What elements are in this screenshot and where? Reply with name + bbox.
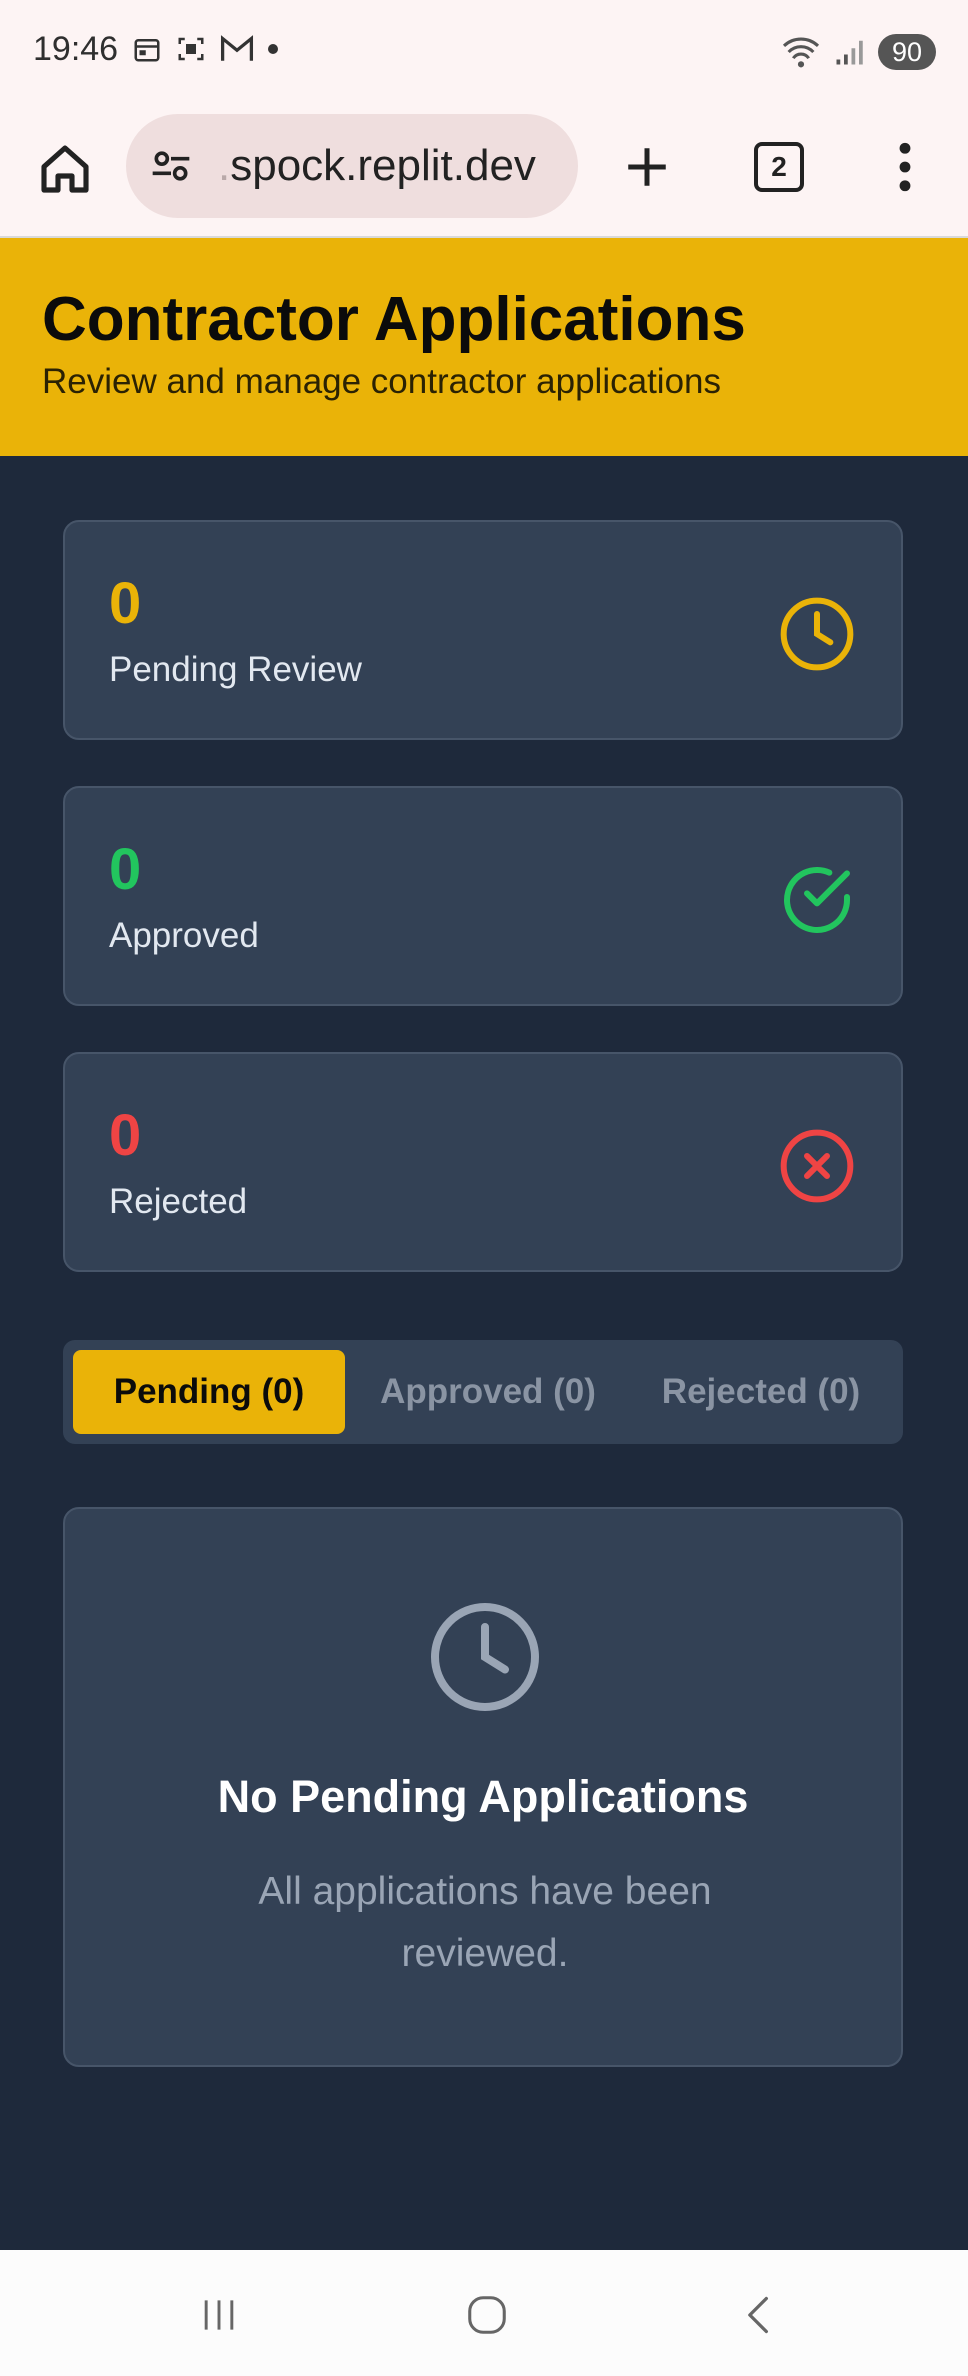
address-bar[interactable]: .spock.replit.dev <box>126 114 578 218</box>
back-icon <box>748 2296 768 2334</box>
page-title: Contractor Applications <box>42 285 746 354</box>
calendar-icon <box>134 39 160 62</box>
tune-icon <box>152 151 190 181</box>
system-nav-bar <box>0 2250 968 2376</box>
check-circle-icon <box>784 867 850 933</box>
stat-label: Pending Review <box>109 650 362 689</box>
screenshot-icon <box>178 37 204 61</box>
status-bar: 19:46 90 <box>0 0 968 106</box>
empty-state-message: All applications have been reviewed. <box>258 1870 712 1975</box>
more-vert-icon <box>899 142 911 192</box>
home-circle-icon <box>468 2296 506 2334</box>
url-text[interactable]: .spock.replit.dev <box>218 141 536 191</box>
notification-icons <box>132 34 278 64</box>
tab-rejected[interactable]: Rejected (0) <box>633 1350 889 1434</box>
wifi-icon <box>782 37 820 68</box>
stat-label: Rejected <box>109 1182 248 1221</box>
x-circle-icon <box>780 1129 854 1203</box>
status-time: 19:46 <box>33 30 119 68</box>
home-icon <box>41 145 89 193</box>
signal-icon <box>836 40 863 65</box>
tab-pending[interactable]: Pending (0) <box>73 1350 345 1434</box>
page-subtitle: Review and manage contractor application… <box>42 362 721 401</box>
browser-menu-button[interactable] <box>880 132 930 202</box>
gmail-icon <box>220 35 254 61</box>
home-nav-button[interactable] <box>452 2280 522 2350</box>
browser-toolbar: .spock.replit.dev 2 <box>0 106 968 238</box>
stat-value: 0 <box>109 571 142 636</box>
stat-card-approved: 0 Approved <box>63 786 903 1006</box>
tab-approved[interactable]: Approved (0) <box>363 1350 613 1434</box>
stat-value: 0 <box>109 1103 142 1168</box>
url-prefix: . <box>218 141 231 190</box>
recent-apps-button[interactable] <box>184 2280 254 2350</box>
page-header: Contractor Applications Review and manag… <box>0 238 968 456</box>
stat-label: Approved <box>109 916 259 955</box>
clock-icon <box>431 1603 539 1711</box>
empty-state-title: No Pending Applications <box>217 1771 749 1822</box>
site-settings-button[interactable] <box>146 141 196 191</box>
tab-count: 2 <box>754 142 804 192</box>
system-icons: 90 <box>782 34 936 70</box>
back-button[interactable] <box>724 2280 794 2350</box>
new-tab-button[interactable] <box>612 132 682 202</box>
status-tabs: Pending (0) Approved (0) Rejected (0) <box>63 1340 903 1444</box>
plus-icon <box>628 148 666 186</box>
more-notifications-dot <box>268 44 278 54</box>
stat-card-rejected: 0 Rejected <box>63 1052 903 1272</box>
battery-indicator: 90 <box>878 34 936 70</box>
empty-state-card: No Pending Applications All applications… <box>63 1507 903 2067</box>
tab-switcher-button[interactable]: 2 <box>744 132 814 202</box>
clock-icon <box>780 597 854 671</box>
stat-card-pending: 0 Pending Review <box>63 520 903 740</box>
home-button[interactable] <box>30 134 100 204</box>
url-domain: spock.replit.dev <box>230 141 536 190</box>
stat-value: 0 <box>109 837 142 902</box>
recent-apps-icon <box>204 2300 234 2330</box>
